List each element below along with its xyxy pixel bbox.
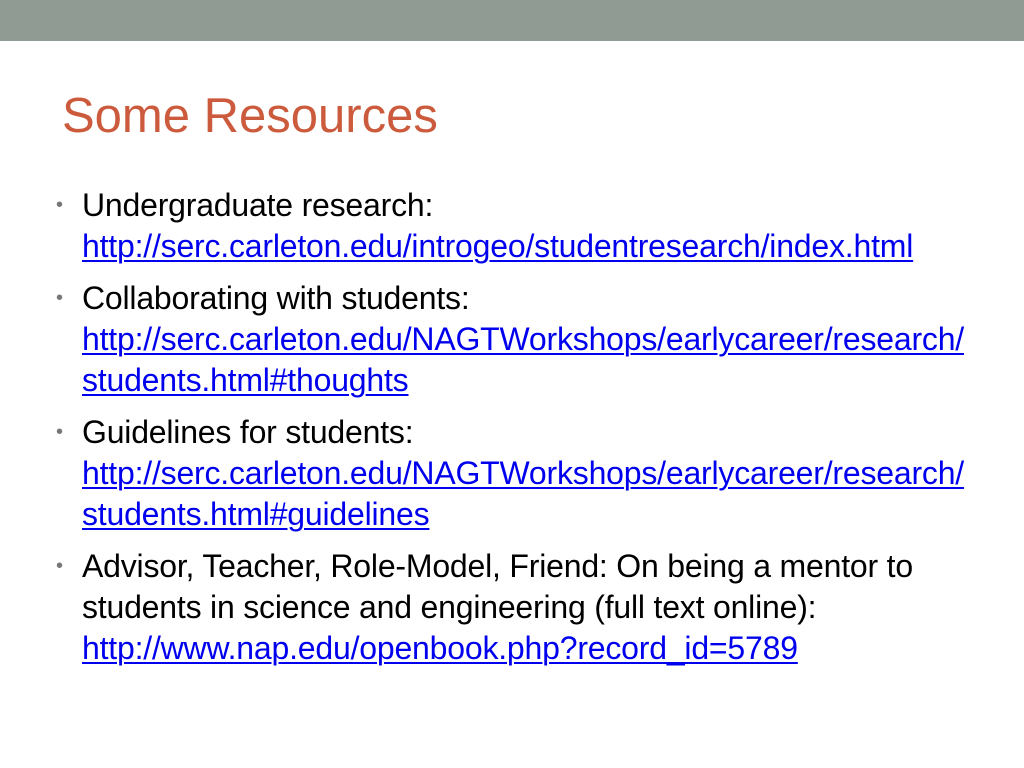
resource-link[interactable]: http://www.nap.edu/openbook.php?record_i… (82, 628, 966, 669)
resource-description: Guidelines for students: (82, 414, 414, 450)
list-item: • Undergraduate research: http://serc.ca… (56, 185, 966, 267)
resource-link[interactable]: http://serc.carleton.edu/NAGTWorkshops/e… (82, 453, 966, 535)
resource-list: • Undergraduate research: http://serc.ca… (56, 185, 966, 680)
list-item: • Advisor, Teacher, Role-Model, Friend: … (56, 546, 966, 669)
slide: Some Resources • Undergraduate research:… (0, 0, 1024, 768)
list-item: • Guidelines for students: http://serc.c… (56, 412, 966, 535)
top-accent-bar (0, 0, 1024, 41)
bullet-icon: • (56, 421, 64, 443)
resource-description: Undergraduate research: (82, 187, 434, 223)
bullet-icon: • (56, 287, 64, 309)
resource-description: Collaborating with students: (82, 280, 470, 316)
slide-title: Some Resources (62, 89, 438, 143)
resource-description: Advisor, Teacher, Role-Model, Friend: On… (82, 548, 913, 625)
bullet-icon: • (56, 555, 64, 577)
bullet-icon: • (56, 194, 64, 216)
list-item: • Collaborating with students: http://se… (56, 278, 966, 401)
resource-link[interactable]: http://serc.carleton.edu/introgeo/studen… (82, 226, 966, 267)
resource-link[interactable]: http://serc.carleton.edu/NAGTWorkshops/e… (82, 319, 966, 401)
